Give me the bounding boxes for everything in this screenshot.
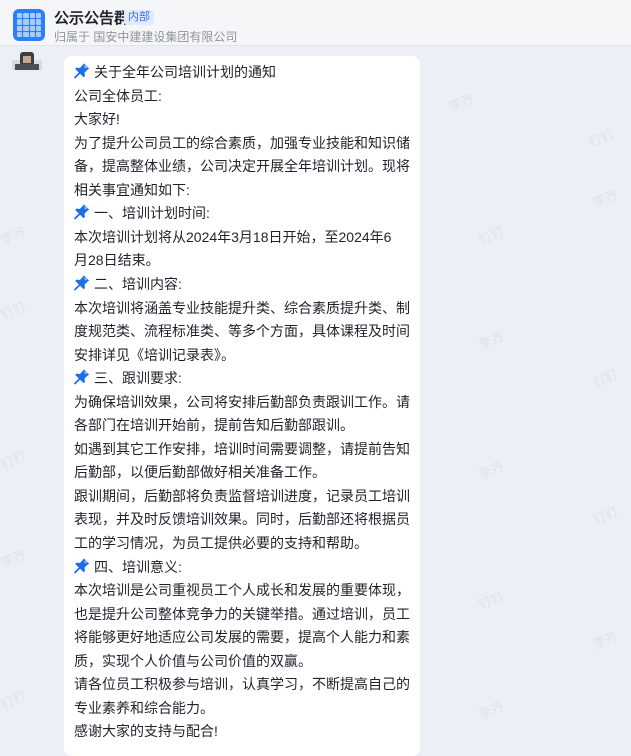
message-text-line: 感谢大家的支持与配合!	[74, 721, 218, 741]
message-text: 本次培训将涵盖专业技能提升类、综合素质提升类、制	[74, 299, 410, 316]
watermark-text: 钉钉	[476, 223, 507, 248]
message-text: 表现，并及时反馈培训效果。同时，后勤部还将根据员	[74, 511, 410, 528]
message-text: 一、培训计划时间:	[94, 205, 210, 222]
watermark-text: 李齐	[590, 186, 621, 211]
message-text-line: 备，提高整体业绩，公司决定开展全年培训计划。现将	[74, 156, 410, 176]
message-text: 二、培训内容:	[94, 275, 182, 292]
message-heading-line: 一、培训计划时间:	[72, 203, 210, 223]
message-text: 四、培训意义:	[94, 558, 182, 575]
message-text: 如遇到其它工作安排，培训时间需要调整，请提前告知	[74, 440, 410, 457]
message-bubble[interactable]: 关于全年公司培训计划的通知公司全体员工: 大家好! 为了提升公司员工的综合素质，加强…	[64, 56, 420, 756]
message-text-line: 本次培训是公司重视员工个人成长和发展的重要体现，	[74, 580, 410, 600]
message-text-line: 如遇到其它工作安排，培训时间需要调整，请提前告知	[74, 439, 410, 459]
watermark-text: 钉钉	[476, 588, 507, 613]
watermark-text: 钉钉	[0, 448, 29, 473]
message-text: 月28日结束。	[74, 252, 160, 269]
internal-badge: 内部	[124, 10, 154, 25]
message-text: 度规范类、流程标准类、等多个方面，具体课程及时间	[74, 323, 410, 340]
message-heading-line: 关于全年公司培训计划的通知	[72, 62, 276, 82]
watermark-text: 钉钉	[586, 126, 617, 151]
message-text: 相关事宜通知如下:	[74, 181, 190, 198]
watermark-text: 李齐	[446, 90, 477, 115]
message-text-line: 将能够更好地适应公司发展的需要，提高个人能力和素	[74, 627, 410, 647]
message-text: 为了提升公司员工的综合素质，加强专业技能和知识储	[74, 134, 410, 151]
watermark-text: 李齐	[0, 546, 29, 571]
message-text-line: 各部门在培训开始前，提前告知后勤部跟训。	[74, 415, 354, 435]
message-text-line: 跟训期间，后勤部将负责监督培训进度，记录员工培训	[74, 486, 410, 506]
message-text: 备，提高整体业绩，公司决定开展全年培训计划。现将	[74, 158, 410, 175]
pushpin-icon	[72, 369, 94, 386]
message-text: 关于全年公司培训计划的通知	[94, 64, 276, 80]
message-text-line: 工的学习情况，为员工提供必要的支持和帮助。	[74, 533, 368, 553]
message-text: 感谢大家的支持与配合!	[74, 723, 218, 740]
watermark-text: 钉钉	[0, 688, 29, 713]
message-text-line: 表现，并及时反馈培训效果。同时，后勤部还将根据员	[74, 509, 410, 529]
message-text: 跟训期间，后勤部将负责监督培训进度，记录员工培训	[74, 487, 410, 504]
message-text-line: 月28日结束。	[74, 250, 160, 270]
message-text-line: 为了提升公司员工的综合素质，加强专业技能和知识储	[74, 133, 410, 153]
message-text-line: 大家好!	[74, 109, 120, 129]
message-text-line: 为确保培训效果，公司将安排后勤部负责跟训工作。请	[74, 392, 410, 412]
message-text-line: 质，实现个人价值与公司价值的双赢。	[74, 651, 312, 671]
chat-header: 公示公告群 内部 归属于 国安中建建设集团有限公司	[0, 0, 631, 46]
message-text-line: 安排详见《培训记录表》。	[74, 345, 235, 365]
watermark-text: 李齐	[476, 698, 507, 723]
pushpin-icon	[72, 204, 94, 221]
pushpin-icon	[72, 557, 94, 575]
message-text: 各部门在培训开始前，提前告知后勤部跟训。	[74, 417, 354, 434]
message-text: 后勤部，以便后勤部做好相关准备工作。	[74, 464, 326, 481]
watermark-text: 李齐	[476, 458, 507, 483]
message-text: 也是提升公司整体竞争力的关键举措。通过培训，员工	[74, 605, 410, 622]
message-text-line: 本次培训计划将从2024年3月18日开始，至2024年6	[74, 227, 391, 247]
watermark-text: 李齐	[476, 328, 507, 353]
message-text: 大家好!	[74, 111, 120, 128]
message-text-line: 请各位员工积极参与培训，认真学习，不断提高自己的	[74, 674, 410, 694]
sender-avatar[interactable]	[12, 52, 42, 70]
group-affiliation: 归属于 国安中建建设集团有限公司	[54, 30, 238, 44]
message-heading-line: 二、培训内容:	[72, 274, 182, 294]
message-text-line: 本次培训将涵盖专业技能提升类、综合素质提升类、制	[74, 298, 410, 318]
message-text: 将能够更好地适应公司发展的需要，提高个人能力和素	[74, 629, 410, 646]
message-text-line: 公司全体员工:	[74, 86, 162, 106]
message-text: 工的学习情况，为员工提供必要的支持和帮助。	[74, 535, 368, 551]
message-text-line: 相关事宜通知如下:	[74, 180, 190, 200]
message-text: 公司全体员工:	[74, 87, 162, 104]
message-heading-line: 四、培训意义:	[72, 557, 182, 577]
message-text-line: 度规范类、流程标准类、等多个方面，具体课程及时间	[74, 321, 410, 341]
message-text: 本次培训计划将从2024年3月18日开始，至2024年6	[74, 228, 392, 245]
message-text: 请各位员工积极参与培训，认真学习，不断提高自己的	[74, 676, 410, 693]
message-text: 专业素养和综合能力。	[74, 699, 214, 716]
watermark-text: 李齐	[0, 223, 29, 248]
message-text: 三、跟训要求:	[94, 370, 182, 387]
message-text-line: 后勤部，以便后勤部做好相关准备工作。	[74, 462, 326, 482]
watermark-text: 钉钉	[0, 298, 29, 323]
pushpin-icon	[72, 63, 94, 80]
message-text: 本次培训是公司重视员工个人成长和发展的重要体现，	[74, 582, 410, 599]
message-text: 质，实现个人价值与公司价值的双赢。	[74, 652, 312, 669]
message-text-line: 也是提升公司整体竞争力的关键举措。通过培训，员工	[74, 604, 410, 624]
message-text-line: 专业素养和综合能力。	[74, 698, 214, 718]
watermark-text: 李齐	[590, 628, 621, 653]
watermark-text: 钉钉	[590, 366, 621, 391]
message-text: 为确保培训效果，公司将安排后勤部负责跟训工作。请	[74, 393, 410, 410]
group-name[interactable]: 公示公告群	[54, 7, 129, 28]
message-text: 安排详见《培训记录表》。	[74, 346, 235, 363]
group-avatar[interactable]	[13, 9, 45, 41]
watermark-text: 钉钉	[590, 503, 621, 528]
message-heading-line: 三、跟训要求:	[72, 368, 182, 388]
pushpin-icon	[72, 275, 94, 292]
